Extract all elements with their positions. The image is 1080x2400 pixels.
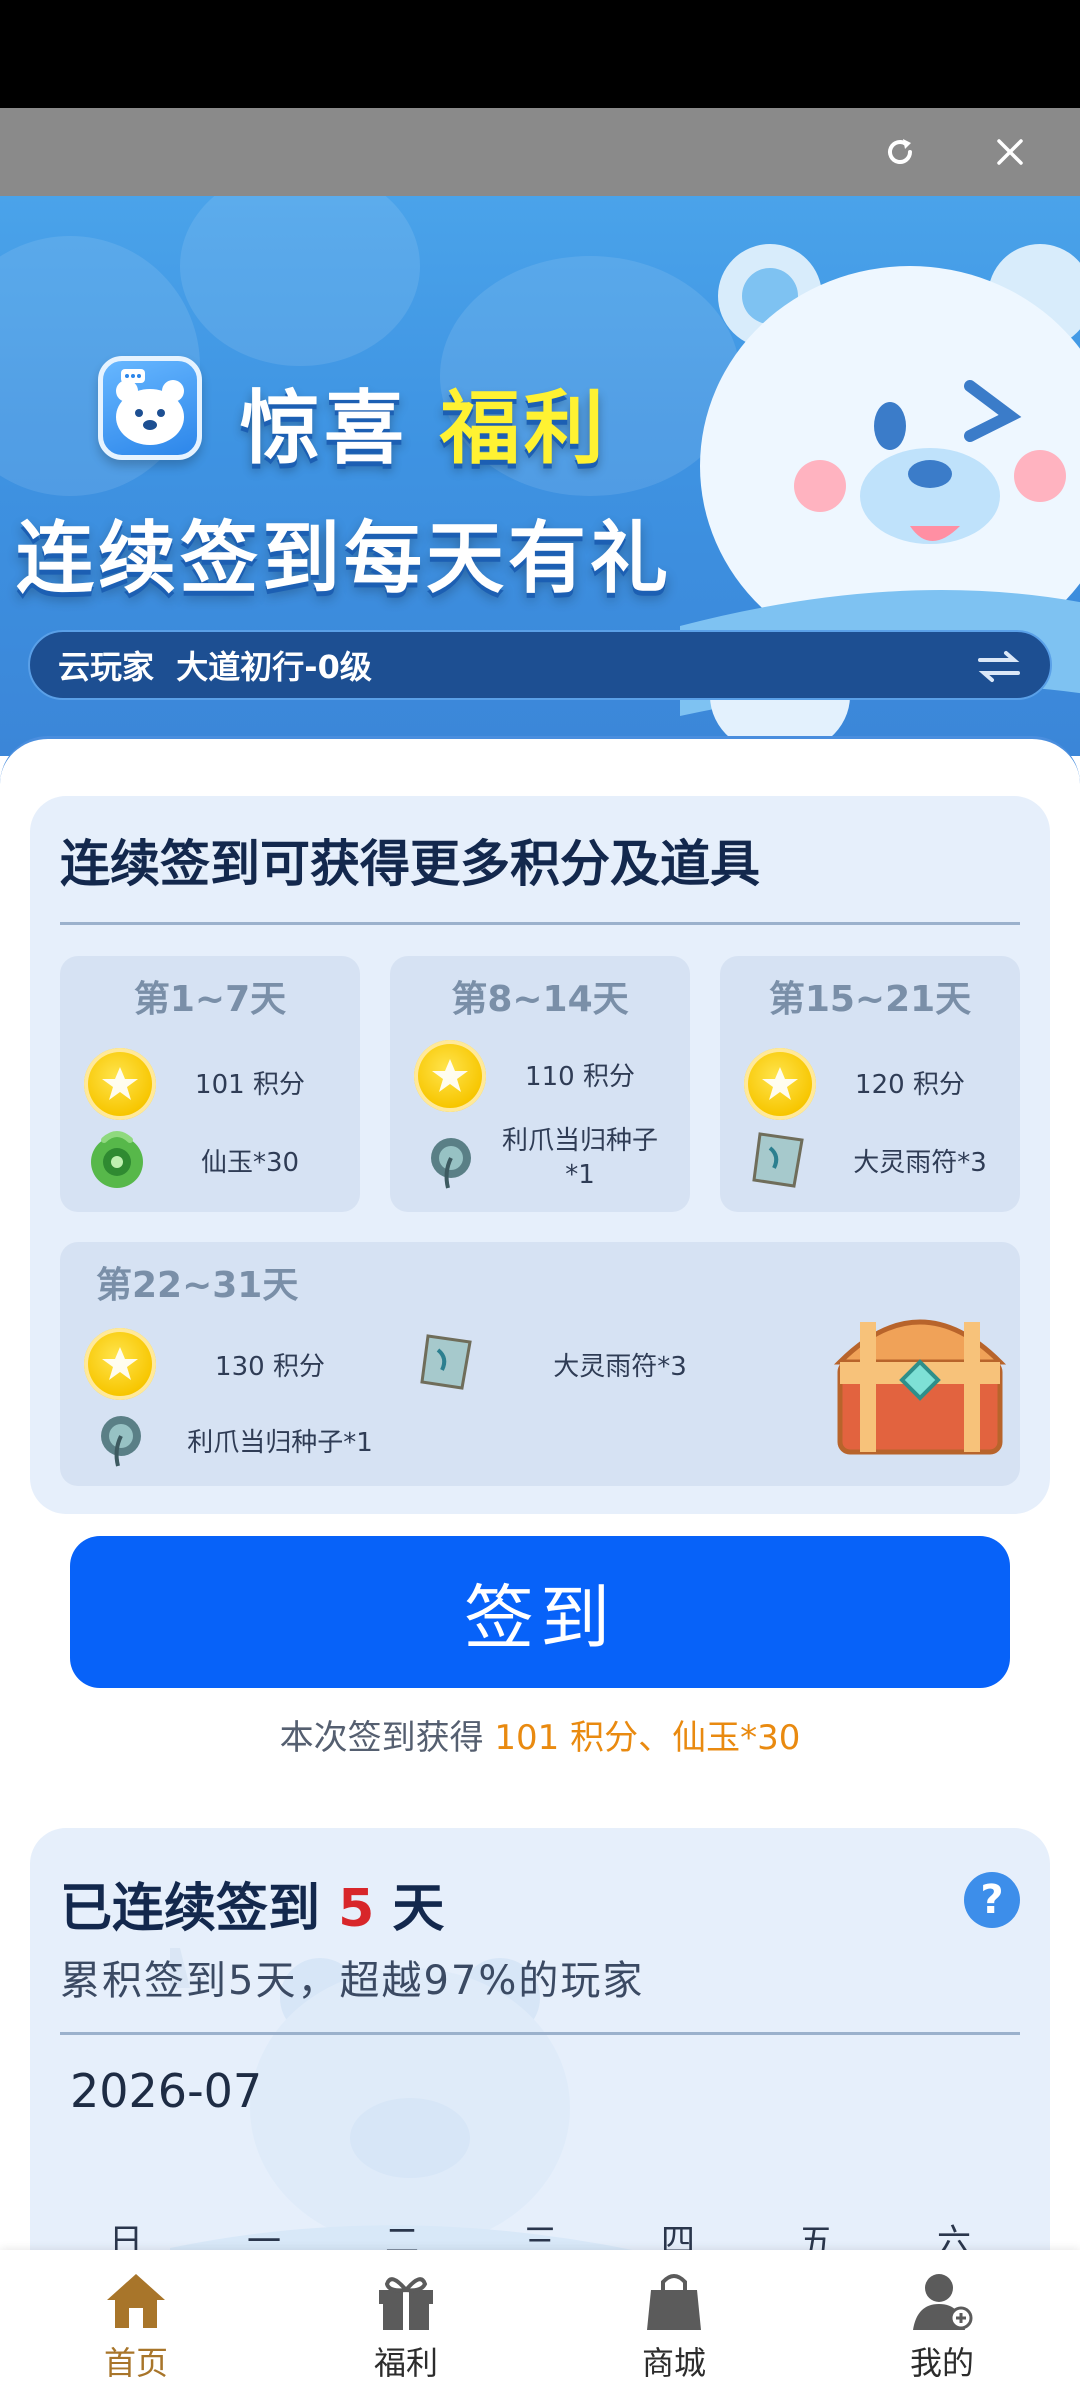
hero-banner: 惊喜 福利 连续签到每天有礼 云玩家 大道初行-0级 bbox=[0, 196, 1080, 756]
reward-tier-1: 第1~7天 101 积分 仙玉*30 bbox=[60, 956, 360, 1212]
streak-title: 已连续签到 5 天 bbox=[60, 1879, 445, 1939]
nav-item-mine[interactable]: 我的 bbox=[852, 2250, 1032, 2400]
reward-tier-3: 第15~21天 120 积分 大灵雨符*3 bbox=[720, 956, 1020, 1212]
nav-item-home[interactable]: 首页 bbox=[46, 2250, 226, 2400]
tier-title: 第15~21天 bbox=[768, 979, 972, 1020]
close-button[interactable] bbox=[980, 122, 1040, 182]
tier-points: 110 积分 bbox=[525, 1062, 635, 1092]
bottom-navigation: 首页 福利 商城 我的 bbox=[0, 2250, 1080, 2400]
points-coin-icon bbox=[744, 1048, 816, 1120]
tier-title: 第1~7天 bbox=[133, 979, 287, 1020]
rain-talisman-icon bbox=[420, 1334, 472, 1390]
app-logo bbox=[98, 356, 202, 460]
streak-subtitle: 累积签到5天，超越97%的玩家 bbox=[60, 1958, 645, 2004]
points-coin-icon bbox=[84, 1328, 156, 1400]
tier-points: 120 积分 bbox=[855, 1070, 965, 1100]
switch-icon[interactable] bbox=[974, 648, 1024, 684]
signin-reward-note: 本次签到获得 101 积分、仙玉*30 bbox=[279, 1718, 801, 1758]
reward-tier-4: 第22~31天 130 积分 大灵雨符*3 利爪当归种子*1 bbox=[60, 1242, 1020, 1486]
hero-subtitle: 连续签到每天有礼 bbox=[16, 514, 673, 604]
user-level-text: 云玩家 大道初行-0级 bbox=[58, 648, 372, 686]
tier-item-a: 大灵雨符*3 bbox=[553, 1352, 687, 1382]
nav-item-store[interactable]: 商城 bbox=[584, 2250, 764, 2400]
home-icon bbox=[107, 2274, 165, 2328]
tier-title: 第22~31天 bbox=[96, 1265, 299, 1306]
user-level-bar[interactable]: 云玩家 大道初行-0级 bbox=[28, 630, 1052, 700]
signin-button[interactable]: 签到 bbox=[70, 1536, 1010, 1688]
hero-title: 惊喜 福利 bbox=[240, 382, 608, 475]
nav-label: 福利 bbox=[373, 2344, 438, 2382]
divider bbox=[60, 2032, 1020, 2035]
treasure-chest-icon bbox=[833, 1319, 1007, 1455]
refresh-icon bbox=[888, 139, 912, 164]
tier-item: 仙玉*30 bbox=[200, 1148, 300, 1178]
points-coin-icon bbox=[84, 1048, 156, 1120]
help-icon[interactable]: ? bbox=[964, 1872, 1020, 1928]
jade-icon bbox=[91, 1131, 143, 1188]
shopping-bag-icon bbox=[647, 2274, 701, 2330]
tier-item-b: 利爪当归种子*1 bbox=[187, 1428, 373, 1458]
seed-icon bbox=[101, 1416, 141, 1467]
calendar-month: 2026-07 bbox=[70, 2064, 263, 2118]
seed-icon bbox=[431, 1138, 471, 1189]
rain-talisman-icon bbox=[752, 1132, 804, 1188]
webview-top-bar bbox=[0, 108, 1080, 196]
points-coin-icon bbox=[414, 1040, 486, 1112]
tier-item-line1: 利爪当归种子 bbox=[501, 1126, 658, 1156]
nav-item-welfare[interactable]: 福利 bbox=[316, 2250, 496, 2400]
rewards-title: 连续签到可获得更多积分及道具 bbox=[60, 835, 760, 893]
rewards-card: 连续签到可获得更多积分及道具 第1~7天 101 积分 仙玉*30 第8~14天… bbox=[30, 796, 1050, 1514]
divider bbox=[60, 922, 1020, 925]
tier-points: 130 积分 bbox=[215, 1352, 325, 1382]
tier-points: 101 积分 bbox=[195, 1070, 305, 1100]
nav-label: 首页 bbox=[103, 2344, 168, 2382]
close-icon bbox=[997, 139, 1023, 165]
tier-item: 大灵雨符*3 bbox=[853, 1148, 987, 1178]
tier-item-line2: *1 bbox=[565, 1160, 595, 1190]
gift-icon bbox=[379, 2277, 433, 2330]
user-icon bbox=[913, 2274, 973, 2330]
reward-tier-2: 第8~14天 110 积分 利爪当归种子 *1 bbox=[390, 956, 690, 1212]
nav-label: 商城 bbox=[641, 2344, 706, 2382]
status-bar bbox=[0, 0, 1080, 108]
tier-title: 第8~14天 bbox=[451, 979, 629, 1020]
nav-label: 我的 bbox=[909, 2344, 974, 2382]
refresh-button[interactable] bbox=[870, 122, 930, 182]
